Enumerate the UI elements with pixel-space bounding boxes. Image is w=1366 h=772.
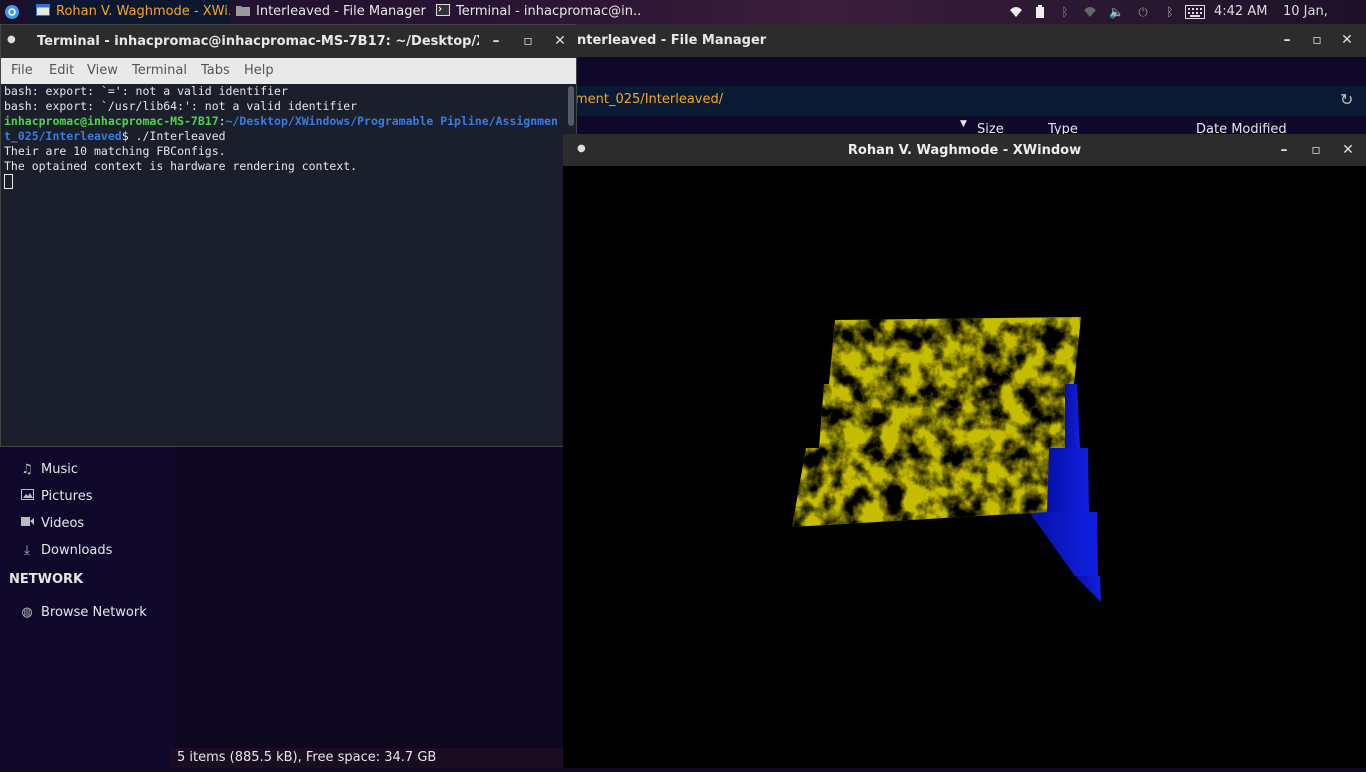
minimize-button[interactable]: – xyxy=(485,25,507,58)
terminal-line: bash: export: `=': not a valid identifie… xyxy=(4,84,288,98)
sidebar-item-browse-network[interactable]: ◍ Browse Network xyxy=(20,603,147,623)
battery-icon[interactable] xyxy=(1033,5,1047,19)
network-icon: ◍ xyxy=(21,605,33,620)
prompt-user: inhacpromac@inhacpromac-MS-7B17 xyxy=(4,114,219,128)
app-menu-button[interactable] xyxy=(4,0,22,24)
taskbar-label: Terminal - inhacpromac@in... xyxy=(456,4,640,19)
pictures-icon xyxy=(20,487,34,507)
sidebar-item-pictures[interactable]: Pictures xyxy=(20,487,92,507)
sidebar-item-label: Music xyxy=(41,462,78,477)
sidebar-item-videos[interactable]: Videos xyxy=(20,514,84,534)
terminal-prompt-line: t_025/Interleaved$ ./Interleaved xyxy=(4,129,566,144)
prompt-path-continued: t_025/Interleaved xyxy=(4,129,122,143)
top-panel: Rohan V. Waghmode - XWi... Interleaved -… xyxy=(0,0,1366,43)
file-list[interactable] xyxy=(175,444,565,749)
text-cursor xyxy=(4,174,13,189)
terminal-line: Their are 10 matching FBConfigs. xyxy=(4,144,226,158)
network-status-icon[interactable] xyxy=(1083,5,1097,19)
terminal-output[interactable]: bash: export: `=': not a valid identifie… xyxy=(1,84,566,446)
terminal-menubar: File Edit View Terminal Tabs Help xyxy=(1,58,576,84)
power-icon[interactable]: ⏻ xyxy=(1136,5,1150,19)
videos-icon xyxy=(20,514,34,534)
terminal-line: The optained context is hardware renderi… xyxy=(4,159,358,173)
taskbar-label: Interleaved - File Manager xyxy=(256,4,426,19)
opengl-canvas[interactable] xyxy=(563,166,1366,768)
terminal-titlebar[interactable]: ● Terminal - inhacpromac@inhacpromac-MS-… xyxy=(1,25,578,58)
clock-date[interactable]: 10 Jan, 04:42 xyxy=(1283,0,1366,43)
sort-arrow-icon[interactable]: ▼ xyxy=(960,119,967,129)
sidebar-item-label: Pictures xyxy=(41,489,93,504)
window-title: nterleaved - File Manager xyxy=(577,33,767,48)
sidebar-section-network: NETWORK xyxy=(9,572,84,587)
close-button[interactable]: ✕ xyxy=(1336,24,1358,57)
menu-help[interactable]: Help xyxy=(244,58,274,84)
clock-time[interactable]: 4:42 AM xyxy=(1214,0,1267,24)
status-bar: 5 items (885.5 kB), Free space: 34.7 GB xyxy=(170,748,577,768)
sidebar-item-downloads[interactable]: ⤓ Downloads xyxy=(20,541,112,561)
download-icon: ⤓ xyxy=(24,543,30,558)
terminal-cursor-line xyxy=(4,174,566,189)
maximize-button[interactable]: ▫ xyxy=(1305,134,1327,167)
menu-tabs[interactable]: Tabs xyxy=(201,58,230,84)
maximize-button[interactable]: ▫ xyxy=(517,25,539,58)
terminal-line: bash: export: `/usr/lib64:': not a valid… xyxy=(4,99,358,113)
terminal-window: ● Terminal - inhacpromac@inhacpromac-MS-… xyxy=(0,24,578,447)
window-title: Rohan V. Waghmode - XWindow xyxy=(847,143,1082,158)
location-path[interactable]: ment_025/Interleaved/ xyxy=(575,92,723,107)
keyboard-icon[interactable] xyxy=(1185,5,1205,19)
menu-view[interactable]: View xyxy=(87,58,118,84)
bluetooth-icon[interactable]: ᛒ xyxy=(1058,5,1072,19)
close-button[interactable]: ✕ xyxy=(1337,134,1359,167)
sidebar-item-music[interactable]: ♫ Music xyxy=(20,460,78,480)
terminal-icon xyxy=(436,1,450,16)
app-menu-icon xyxy=(5,5,19,19)
sidebar-item-label: Videos xyxy=(41,516,85,531)
taskbar-item-xwindow[interactable]: Rohan V. Waghmode - XWi... xyxy=(28,0,230,24)
bluetooth-applet-icon[interactable]: ᛒ xyxy=(1163,5,1177,19)
minimize-button[interactable]: – xyxy=(1276,24,1298,57)
rendered-scene xyxy=(792,317,1101,602)
minimize-button[interactable]: – xyxy=(1273,134,1295,167)
menu-edit[interactable]: Edit xyxy=(49,58,74,84)
xwindow-titlebar[interactable]: ● Rohan V. Waghmode - XWindow – ▫ ✕ xyxy=(563,134,1366,166)
sidebar-item-label: Downloads xyxy=(41,543,113,558)
wifi-icon[interactable] xyxy=(1009,5,1023,19)
prompt-path: ~/Desktop/XWindows/Programable Pipline/A… xyxy=(225,114,558,128)
folder-icon xyxy=(236,1,250,16)
taskbar-item-file-manager[interactable]: Interleaved - File Manager xyxy=(236,0,428,24)
close-button[interactable]: ✕ xyxy=(549,25,571,58)
maximize-button[interactable]: ▫ xyxy=(1306,24,1328,57)
terminal-prompt-line: inhacpromac@inhacpromac-MS-7B17:~/Deskto… xyxy=(4,114,566,129)
reload-icon[interactable]: ↻ xyxy=(1340,90,1353,109)
taskbar-item-terminal[interactable]: Terminal - inhacpromac@in... xyxy=(436,0,640,24)
window-title: Terminal - inhacpromac@inhacpromac-MS-7B… xyxy=(37,34,479,49)
menu-file[interactable]: File xyxy=(11,58,33,84)
scrollbar-thumb[interactable] xyxy=(568,86,574,126)
taskbar-label: Rohan V. Waghmode - XWi... xyxy=(56,4,230,19)
window-menu-icon[interactable]: ● xyxy=(7,34,16,45)
menu-terminal[interactable]: Terminal xyxy=(132,58,187,84)
volume-icon[interactable]: 🔈 xyxy=(1109,5,1124,19)
prompt-separator: : xyxy=(218,114,226,128)
sidebar-item-label: Browse Network xyxy=(41,605,147,620)
sidebar: ♫ Music Pictures Videos ⤓ Downloads NETWOR… xyxy=(0,444,170,749)
music-icon: ♫ xyxy=(21,462,33,477)
xwindow-window: ● Rohan V. Waghmode - XWindow – ▫ ✕ xyxy=(563,134,1366,768)
window-icon xyxy=(36,1,50,16)
prompt-command: $ ./Interleaved xyxy=(121,129,226,143)
